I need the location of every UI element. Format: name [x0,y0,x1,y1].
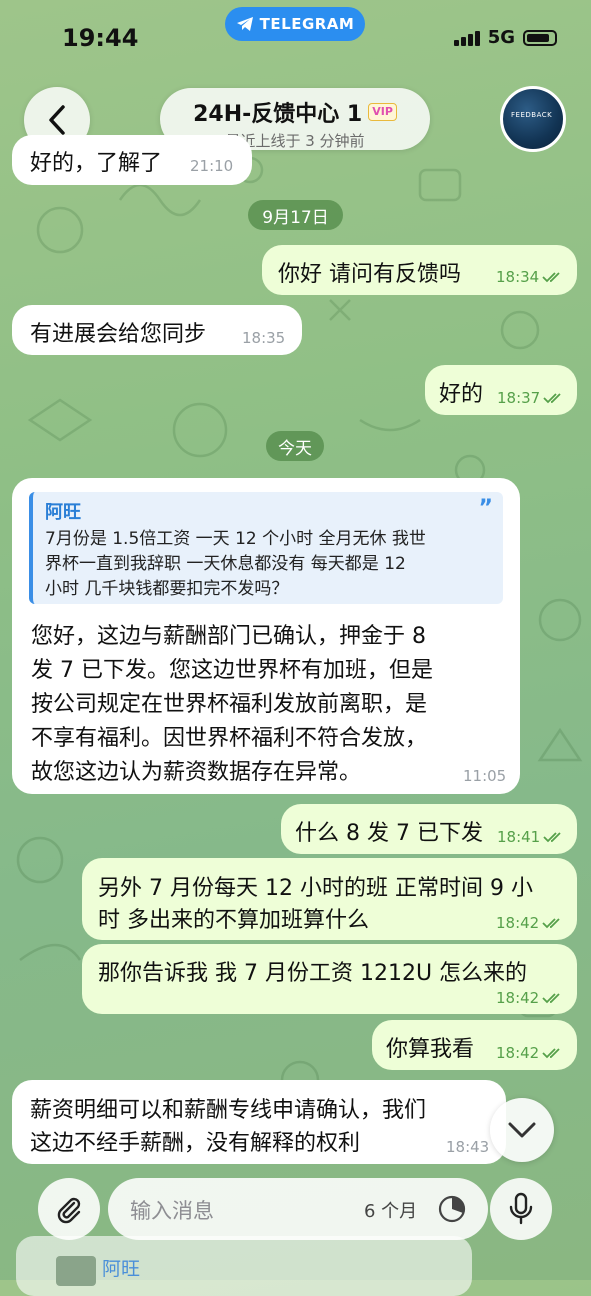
message-bubble[interactable]: 另外 7 月份每天 12 小时的班 正常时间 9 小 时 多出来的不算加班算什么… [82,858,577,940]
status-bar: 19:44 TELEGRAM 5G [0,0,591,70]
read-check-icon [542,272,560,283]
message-text-line: 另外 7 月份每天 12 小时的班 正常时间 9 小 [98,876,533,901]
message-time: 18:42 [496,914,564,932]
reply-author: 阿旺 [45,502,81,523]
message-time: 11:05 [463,767,507,785]
message-text: 你算我看 [386,1037,475,1062]
message-text-line: 不享有福利。因世界杯福利不符合发放， [31,726,428,751]
message-text: 那你告诉我 我 7 月份工资 1212U 怎么来的 [98,961,528,986]
message-time: 18:41 [497,828,565,846]
message-text-line: 发 7 已下发。您这边世界杯有加班，但是 [31,658,433,683]
message-bubble[interactable]: 什么 8 发 7 已下发 18:41 [281,804,577,854]
date-separator: 9月17日 [248,200,343,230]
message-time: 18:43 [446,1138,490,1156]
read-check-icon [542,1048,560,1059]
message-text: 好的 [439,382,484,407]
reply-text-line: 小时 几千块钱都要扣完不发吗？ [45,579,289,599]
message-text-line: 这边不经手薪酬，没有解释的权利 [30,1131,361,1156]
back-chevron-icon [49,105,65,135]
reply-preview-thumbnail [56,1256,96,1286]
message-bubble[interactable]: 好的，了解了 21:10 [12,135,252,185]
reply-quote[interactable]: 阿旺 ” 7月份是 1.5倍工资 一天 12 个小时 全月无休 我世 界杯一直到… [29,492,503,604]
avatar-label: FEEDBACK [511,111,553,119]
paperclip-icon [57,1197,81,1224]
chat-title: 24H-反馈中心 1 [193,102,363,127]
telegram-pill-label: TELEGRAM [259,15,355,33]
message-time: 18:42 [496,1044,564,1062]
message-text-line: 您好，这边与薪酬部门已确认，押金于 8 [31,624,426,649]
message-text-line: 故您这边认为薪资数据存在异常。 [31,760,362,785]
avatar[interactable]: FEEDBACK [500,86,566,152]
message-text: 什么 8 发 7 已下发 [295,821,483,846]
message-text: 有进展会给您同步 [30,322,207,347]
chevron-down-icon [508,1122,536,1138]
read-check-icon [542,993,560,1004]
message-bubble[interactable]: 好的 18:37 [425,365,577,415]
message-bubble[interactable]: 薪资明细可以和薪酬专线申请确认，我们 这边不经手薪酬，没有解释的权利 18:43 [12,1080,506,1164]
scroll-to-bottom-button[interactable] [490,1098,554,1162]
read-check-icon [542,918,560,929]
message-text: 好的，了解了 [30,151,163,176]
message-bubble[interactable]: 有进展会给您同步 18:35 [12,305,302,355]
read-check-icon [543,832,561,843]
network-type: 5G [487,27,515,48]
microphone-icon [509,1192,533,1225]
message-text-line: 薪资明细可以和薪酬专线申请确认，我们 [30,1098,427,1123]
telegram-pill[interactable]: TELEGRAM [225,7,365,41]
vip-badge: VIP [368,103,397,121]
status-indicators: 5G [453,27,557,48]
reply-text-line: 7月份是 1.5倍工资 一天 12 个小时 全月无休 我世 [45,529,426,549]
message-time: 18:35 [242,329,286,347]
timer-icon[interactable] [436,1193,468,1225]
voice-record-button[interactable] [490,1178,552,1240]
status-time: 19:44 [62,24,139,52]
quote-icon: ” [478,496,493,521]
auto-delete-timer-label[interactable]: 6 个月 [364,1197,417,1223]
message-bubble[interactable]: 你好 请问有反馈吗 18:34 [262,245,577,295]
message-time: 18:34 [496,268,564,286]
message-bubble[interactable]: 那你告诉我 我 7 月份工资 1212U 怎么来的 18:42 [82,944,577,1014]
message-text: 你好 请问有反馈吗 [278,262,461,287]
message-input[interactable]: 输入消息 6 个月 [108,1178,488,1240]
signal-icon [453,30,480,46]
telegram-icon [236,17,253,31]
message-input-bar: 输入消息 6 个月 [0,1168,591,1248]
message-bubble[interactable]: 你算我看 18:42 [372,1020,577,1070]
message-time: 18:42 [496,989,564,1007]
reply-text-line: 界杯一直到我辞职 一天休息都没有 每天都是 12 [45,554,406,574]
message-time: 21:10 [190,157,234,175]
message-text-line: 时 多出来的不算加班算什么 [98,908,369,933]
read-check-icon [543,393,561,404]
message-input-placeholder: 输入消息 [130,1199,214,1223]
attach-button[interactable] [38,1178,100,1240]
reply-preview-author: 阿旺 [102,1258,141,1280]
battery-icon [523,29,557,46]
date-separator: 今天 [266,431,324,461]
message-text-line: 按公司规定在世界杯福利发放前离职，是 [31,692,428,717]
message-time: 18:37 [497,389,565,407]
